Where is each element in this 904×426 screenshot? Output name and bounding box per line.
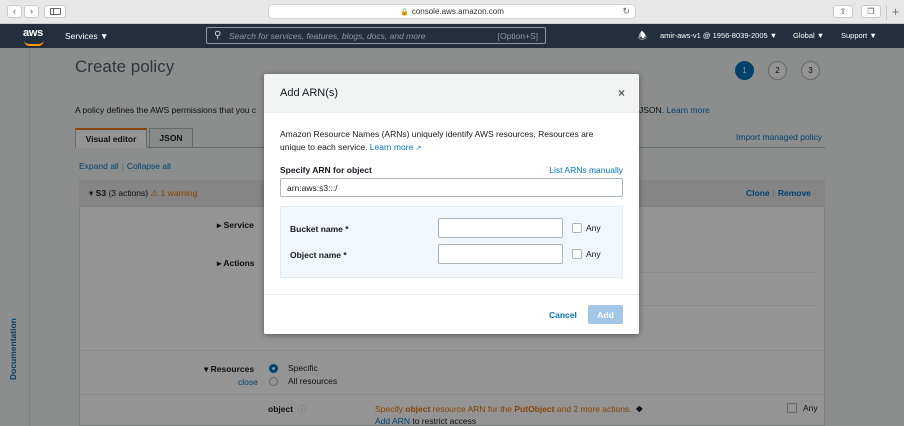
search-placeholder: Search for services, features, blogs, do… — [229, 31, 426, 41]
object-name-label: Object name * — [290, 250, 347, 260]
specify-arn-label: Specify ARN for object — [280, 165, 372, 175]
dialog-description: Amazon Resource Names (ARNs) uniquely id… — [280, 128, 620, 155]
search-input[interactable]: ⚲ Search for services, features, blogs, … — [206, 27, 546, 44]
bucket-name-input[interactable] — [438, 218, 563, 238]
bell-icon[interactable]: 🕭 — [638, 29, 647, 46]
support-menu[interactable]: Support ▼ — [841, 31, 877, 40]
object-name-any-label: Any — [586, 249, 601, 259]
bucket-any-label: Any — [586, 223, 601, 233]
forward-button[interactable]: › — [24, 5, 39, 18]
learn-more-link[interactable]: Learn more ↗ — [370, 142, 422, 152]
aws-top-nav: aws Services ▼ ⚲ Search for services, fe… — [0, 24, 904, 48]
bucket-any-checkbox[interactable] — [572, 223, 582, 233]
dialog-footer — [264, 294, 639, 334]
object-name-input[interactable] — [438, 244, 563, 264]
address-bar[interactable]: 🔒 console.aws.amazon.com ↻ — [268, 4, 636, 19]
back-button[interactable]: ‹ — [7, 5, 22, 18]
bucket-name-label: Bucket name * — [290, 224, 349, 234]
tabs-overview-button[interactable]: ❐ — [861, 5, 881, 18]
dialog-title: Add ARN(s) — [280, 87, 339, 99]
share-button[interactable]: ⇧ — [833, 5, 853, 18]
object-name-any-checkbox[interactable] — [572, 249, 582, 259]
search-icon: ⚲ — [214, 30, 222, 41]
url-text: console.aws.amazon.com — [411, 7, 504, 16]
arn-components-box — [280, 206, 623, 278]
region-menu[interactable]: Global ▼ — [793, 31, 824, 40]
aws-logo[interactable]: aws — [23, 27, 44, 46]
description-text: Amazon Resource Names (ARNs) uniquely id… — [280, 129, 594, 152]
search-shortcut: [Option+S] — [497, 31, 538, 41]
lock-icon: 🔒 — [400, 9, 409, 16]
list-arns-manually-link[interactable]: List ARNs manually — [549, 165, 623, 175]
reload-icon[interactable]: ↻ — [622, 5, 630, 18]
learn-more-text: Learn more — [369, 142, 414, 152]
account-menu[interactable]: amir-aws-v1 @ 1956-8039-2005 ▼ — [660, 31, 777, 40]
close-icon[interactable]: × — [618, 86, 625, 100]
sidebar-icon — [50, 8, 61, 15]
dialog-header: Add ARN(s) × — [264, 74, 639, 113]
new-tab-button[interactable]: + — [886, 5, 904, 20]
external-link-icon: ↗ — [415, 145, 422, 152]
sidebar-toggle-button[interactable] — [44, 5, 66, 18]
add-button[interactable]: Add — [588, 305, 623, 324]
services-menu[interactable]: Services ▼ — [65, 31, 108, 41]
arn-input[interactable] — [280, 178, 623, 197]
add-arn-dialog: Add ARN(s) × Amazon Resource Names (ARNs… — [264, 74, 639, 334]
cancel-button[interactable]: Cancel — [549, 310, 577, 320]
